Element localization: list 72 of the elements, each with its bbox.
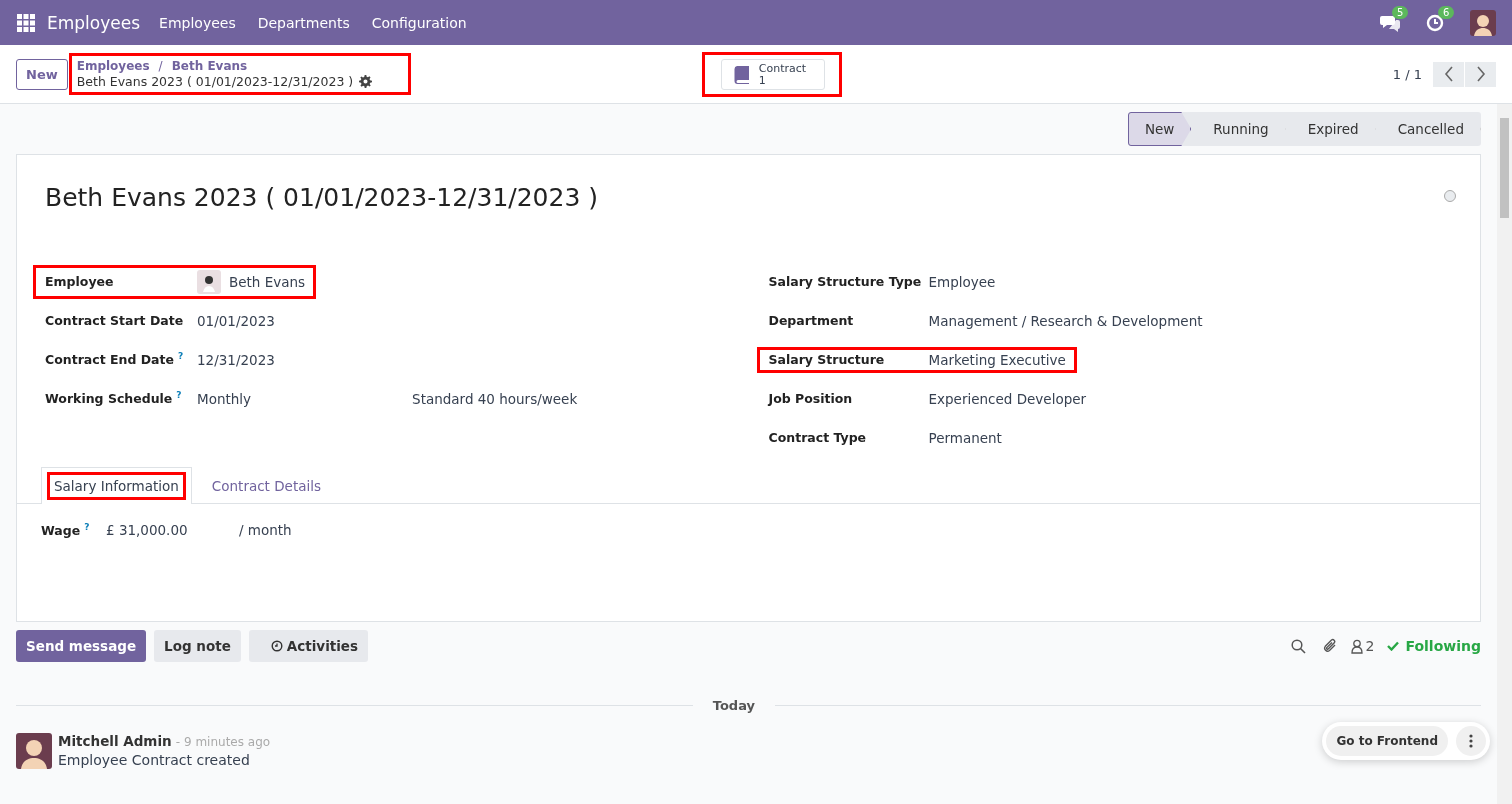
field-value[interactable]: Standard 40 hours/week [412,390,578,407]
clock-icon [270,640,283,652]
settings-icon[interactable] [359,75,373,88]
field-label: Contract Start Date [45,313,185,328]
checkmark-icon [1387,641,1400,651]
record-name: Beth Evans 2023 ( 01/01/2023-12/31/2023 ) [76,74,354,89]
unit-label: / month [239,522,292,539]
field-value[interactable]: £ 31,000.00 [106,522,239,539]
chevron-right-icon [1475,66,1486,82]
message-time: - 9 minutes ago [175,735,271,749]
field-label: Job Position [768,391,854,406]
count-badge: 5 [1392,5,1409,19]
app-name[interactable]: Employees [47,12,141,33]
count-badge: 6 [1438,5,1455,19]
user-avatar[interactable] [1470,9,1496,36]
status-stage[interactable]: Running [1191,112,1286,146]
field-label: Contract Type [768,430,868,445]
record-title: Beth Evans 2023 ( 01/01/2023-12/31/2023 ) [45,183,600,212]
contract-smart-button[interactable]: Contract 1 [720,58,826,90]
status-stage[interactable]: Expired [1285,112,1376,146]
chatter-button[interactable]: Send message [16,630,147,662]
field-value[interactable]: Monthly [197,390,252,407]
clock-icon[interactable] [1426,13,1444,32]
field-value[interactable]: Experienced Developer [928,390,1087,407]
breadcrumb-link[interactable]: Employees [76,59,150,74]
field-value[interactable]: 01/01/2023 [197,312,275,329]
tab[interactable]: Contract Details [191,467,341,504]
field-value[interactable]: Marketing Executive [928,351,1066,368]
field-label: Contract End Date $^{?}$ [45,351,185,368]
message-body: Employee Contract created [58,752,251,768]
nav-menu-item[interactable]: Employees [159,14,236,31]
person-icon [1350,638,1363,654]
previous-button[interactable] [1433,61,1464,87]
vertical-dots-icon [1469,734,1473,748]
smart-button-label: Contract [758,62,807,75]
person-avatar [197,269,221,294]
user-avatar [16,733,52,769]
field-label: Salary Structure [768,352,886,367]
pager-value: 1 / 1 [1392,66,1422,82]
breadcrumb-separator: / [158,59,163,74]
app-menu-icon[interactable] [17,13,35,32]
smart-button-count: 1 [758,74,767,87]
field-value[interactable]: Beth Evans [229,273,306,290]
nav-menu-item[interactable]: Departments [257,14,350,31]
breadcrumb-link[interactable]: Beth Evans [171,59,248,74]
go-to-frontend-button[interactable]: Go to Frontend [1326,726,1448,756]
field-value[interactable]: Management / Research & Development [928,312,1203,329]
field-label: Wage $^{?}$ [41,522,91,539]
nav-menu-item[interactable]: Configuration [371,14,467,31]
status-stage[interactable]: New [1127,112,1192,146]
date-separator: Today [711,698,756,713]
chatter-button[interactable]: Activities [248,630,369,662]
tab[interactable]: Salary Information [41,467,192,504]
message-author: Mitchell Admin [58,733,172,749]
field-label: Department [768,313,855,328]
status-stage[interactable]: Cancelled [1375,112,1481,146]
search-icon[interactable] [1290,638,1306,654]
book-icon [733,65,750,84]
field-label: Salary Structure Type [768,274,923,289]
paperclip-icon[interactable] [1322,638,1338,654]
status-dot[interactable] [1444,189,1456,202]
scrollbar[interactable] [1497,104,1512,804]
field-value[interactable]: Employee [928,273,996,290]
field-value[interactable]: 12/31/2023 [197,351,275,368]
field-label: Working Schedule $^{?}$ [45,390,183,407]
field-value[interactable]: Permanent [928,429,1002,446]
field-label: Employee [45,274,115,289]
chevron-left-icon [1443,66,1454,82]
next-button[interactable] [1465,61,1496,87]
chatter-button[interactable]: Log note [154,630,241,662]
new-button[interactable]: New [16,58,68,90]
followers-button[interactable]: 2 [1342,638,1375,654]
